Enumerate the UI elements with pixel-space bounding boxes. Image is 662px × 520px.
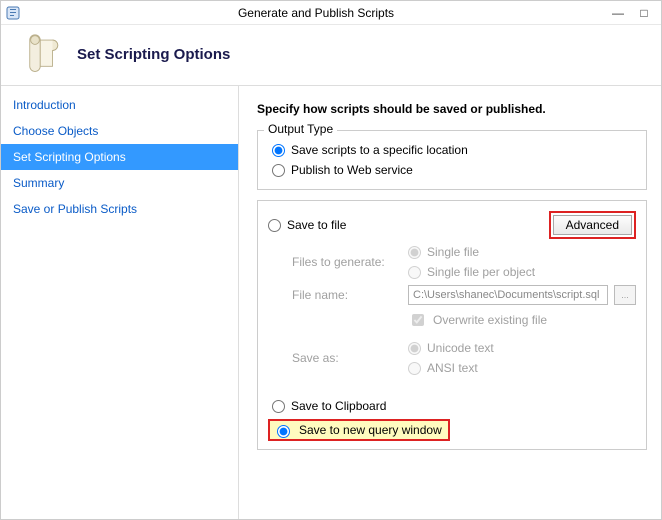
- radio-save-to-location-label: Save scripts to a specific location: [291, 143, 468, 157]
- radio-ansi-input: [408, 362, 421, 375]
- radio-save-to-file-input[interactable]: [268, 219, 281, 232]
- radio-ansi: ANSI text: [408, 361, 478, 375]
- radio-publish-web[interactable]: Publish to Web service: [272, 163, 636, 177]
- wizard-window: Generate and Publish Scripts — □ Set Scr…: [0, 0, 662, 520]
- scroll-icon: [21, 33, 63, 75]
- radio-ansi-label: ANSI text: [427, 361, 478, 375]
- sidebar-item-summary[interactable]: Summary: [1, 170, 238, 196]
- files-to-generate-row: Files to generate: Single file Single fi…: [292, 245, 636, 279]
- maximize-button[interactable]: □: [631, 6, 657, 20]
- save-to-new-query-highlight: Save to new query window: [268, 419, 450, 441]
- window-title: Generate and Publish Scripts: [27, 6, 605, 20]
- radio-unicode: Unicode text: [408, 341, 494, 355]
- radio-single-file-per-object: Single file per object: [408, 265, 535, 279]
- titlebar: Generate and Publish Scripts — □: [1, 1, 661, 25]
- output-type-legend: Output Type: [264, 122, 337, 136]
- radio-single-file: Single file: [408, 245, 479, 259]
- save-to-new-query-wrap: Save to new query window: [268, 419, 636, 441]
- sidebar-item-choose-objects[interactable]: Choose Objects: [1, 118, 238, 144]
- radio-publish-web-label: Publish to Web service: [291, 163, 413, 177]
- file-name-input: [408, 285, 608, 305]
- advanced-button[interactable]: Advanced: [553, 215, 632, 235]
- radio-single-file-per-object-label: Single file per object: [427, 265, 535, 279]
- destination-group: Save to file Advanced Files to generate:…: [257, 200, 647, 450]
- radio-single-file-label: Single file: [427, 245, 479, 259]
- radio-save-to-clipboard-input[interactable]: [272, 400, 285, 413]
- radio-single-file-input: [408, 246, 421, 259]
- radio-save-to-new-query-input[interactable]: [277, 425, 290, 438]
- radio-save-to-new-query-label: Save to new query window: [299, 423, 442, 437]
- file-name-row: File name: …: [292, 285, 636, 305]
- radio-publish-web-input[interactable]: [272, 164, 285, 177]
- overwrite-row: Overwrite existing file: [292, 311, 636, 329]
- sidebar-item-introduction[interactable]: Introduction: [1, 92, 238, 118]
- sidebar-item-save-or-publish[interactable]: Save or Publish Scripts: [1, 196, 238, 222]
- radio-unicode-input: [408, 342, 421, 355]
- advanced-highlight: Advanced: [549, 211, 636, 239]
- content-pane: Specify how scripts should be saved or p…: [239, 86, 661, 519]
- browse-button: …: [614, 285, 636, 305]
- app-icon: [5, 5, 21, 21]
- radio-unicode-label: Unicode text: [427, 341, 494, 355]
- overwrite-label: Overwrite existing file: [433, 313, 547, 327]
- radio-save-to-file[interactable]: Save to file: [268, 218, 346, 232]
- wizard-header: Set Scripting Options: [1, 25, 661, 85]
- instruction-text: Specify how scripts should be saved or p…: [257, 102, 647, 116]
- radio-single-file-per-object-input: [408, 266, 421, 279]
- save-as-label: Save as:: [292, 351, 402, 365]
- minimize-button[interactable]: —: [605, 6, 631, 20]
- overwrite-checkbox: [412, 314, 424, 326]
- radio-save-to-clipboard[interactable]: Save to Clipboard: [272, 399, 636, 413]
- destination-head: Save to file Advanced: [268, 211, 636, 239]
- file-name-label: File name:: [292, 288, 402, 302]
- radio-save-to-location-input[interactable]: [272, 144, 285, 157]
- sidebar-item-set-scripting-options[interactable]: Set Scripting Options: [1, 144, 238, 170]
- radio-save-to-file-label: Save to file: [287, 218, 346, 232]
- output-type-group: Output Type Save scripts to a specific l…: [257, 130, 647, 190]
- page-heading: Set Scripting Options: [77, 46, 230, 63]
- save-to-file-sub: Files to generate: Single file Single fi…: [292, 245, 636, 375]
- save-as-row: Save as: Unicode text ANSI text: [292, 341, 636, 375]
- files-to-generate-label: Files to generate:: [292, 255, 402, 269]
- wizard-body: Introduction Choose Objects Set Scriptin…: [1, 85, 661, 519]
- radio-save-to-location[interactable]: Save scripts to a specific location: [272, 143, 636, 157]
- radio-save-to-clipboard-label: Save to Clipboard: [291, 399, 386, 413]
- wizard-sidebar: Introduction Choose Objects Set Scriptin…: [1, 86, 239, 519]
